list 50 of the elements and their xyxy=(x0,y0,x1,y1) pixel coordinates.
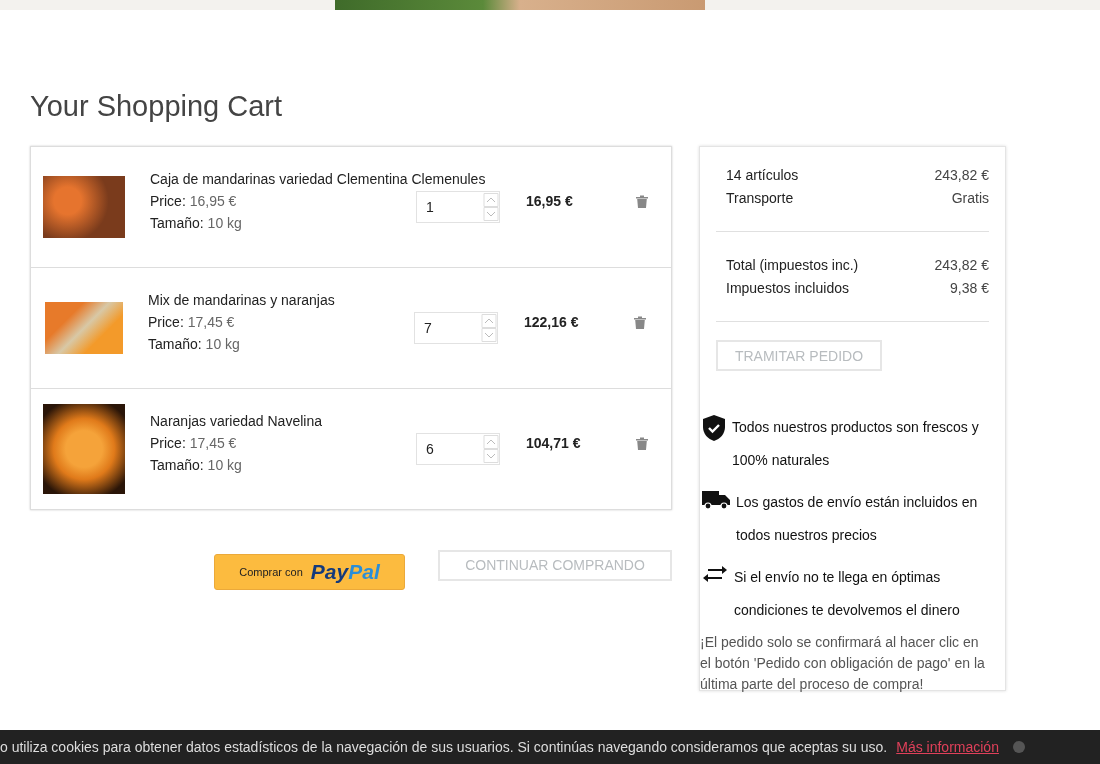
size-value: 10 kg xyxy=(207,457,242,473)
line-total: 16,95 € xyxy=(526,193,574,209)
quantity-field[interactable]: 6 xyxy=(416,433,500,465)
price-label: Price: xyxy=(150,435,186,451)
product-name: Caja de mandarinas variedad Clementina Clemenules xyxy=(150,170,486,189)
line-total: 104,71 € xyxy=(526,435,582,451)
summary-label: Total (impuestos inc.) xyxy=(726,256,859,275)
product-name: Naranjas variedad Navelina xyxy=(150,412,322,431)
price-label: Price: xyxy=(150,193,186,209)
chevron-down-icon[interactable] xyxy=(483,449,499,463)
feature-text: Todos nuestros productos son frescos y 100% naturales xyxy=(732,418,980,470)
size-label: Tamaño: xyxy=(148,336,202,352)
summary-label: 14 artículos xyxy=(726,166,799,185)
size-label: Tamaño: xyxy=(150,215,204,231)
truck-icon xyxy=(702,490,730,510)
summary-value: 9,38 € xyxy=(950,279,989,298)
feature-text: Los gastos de envío están incluidos en todos nuestros precios xyxy=(736,493,979,545)
price-label: Price: xyxy=(148,314,184,330)
trash-icon[interactable] xyxy=(636,436,648,450)
price-value: 17,45 € xyxy=(187,314,235,330)
size-value: 10 kg xyxy=(205,336,240,352)
exchange-arrows-icon xyxy=(702,565,728,583)
price-value: 17,45 € xyxy=(189,435,237,451)
chevron-up-icon[interactable] xyxy=(483,193,499,207)
page-title: Your Shopping Cart xyxy=(30,89,284,123)
summary-label: Impuestos incluidos xyxy=(726,279,849,298)
quantity-field[interactable]: 1 xyxy=(416,191,500,223)
product-name: Mix de mandarinas y naranjas xyxy=(148,291,335,310)
size-value: 10 kg xyxy=(207,215,242,231)
chevron-down-icon[interactable] xyxy=(481,328,497,342)
cookie-text: o utiliza cookies para obtener datos estadísticos de la navegación de sus usuarios. Si continúas navegando consideramos que aceptas su uso. xyxy=(0,739,888,755)
summary-label: Transporte xyxy=(726,189,794,208)
order-note: ¡El pedido solo se confirmará al hacer clic en el botón 'Pedido con obligación de pago' en la última parte del proceso de compra! xyxy=(700,633,986,694)
paypal-button[interactable]: Comprar con PayPal xyxy=(214,554,405,590)
quantity-field[interactable]: 7 xyxy=(414,312,498,344)
chevron-up-icon[interactable] xyxy=(483,435,499,449)
chevron-down-icon[interactable] xyxy=(483,207,499,221)
close-icon[interactable] xyxy=(1012,741,1025,753)
price-value: 16,95 € xyxy=(189,193,237,209)
feature-text: Si el envío no te llega en óptimas condiciones te devolvemos el dinero xyxy=(734,568,961,620)
line-total: 122,16 € xyxy=(524,314,580,330)
more-info-link[interactable]: Más información xyxy=(896,739,999,755)
shield-check-icon xyxy=(702,415,726,441)
trash-icon[interactable] xyxy=(634,315,646,329)
size-label: Tamaño: xyxy=(150,457,204,473)
summary-value: Gratis xyxy=(951,189,989,208)
summary-value: 243,82 € xyxy=(934,256,989,275)
trash-icon[interactable] xyxy=(636,194,648,208)
chevron-up-icon[interactable] xyxy=(481,314,497,328)
summary-value: 243,82 € xyxy=(934,166,989,185)
